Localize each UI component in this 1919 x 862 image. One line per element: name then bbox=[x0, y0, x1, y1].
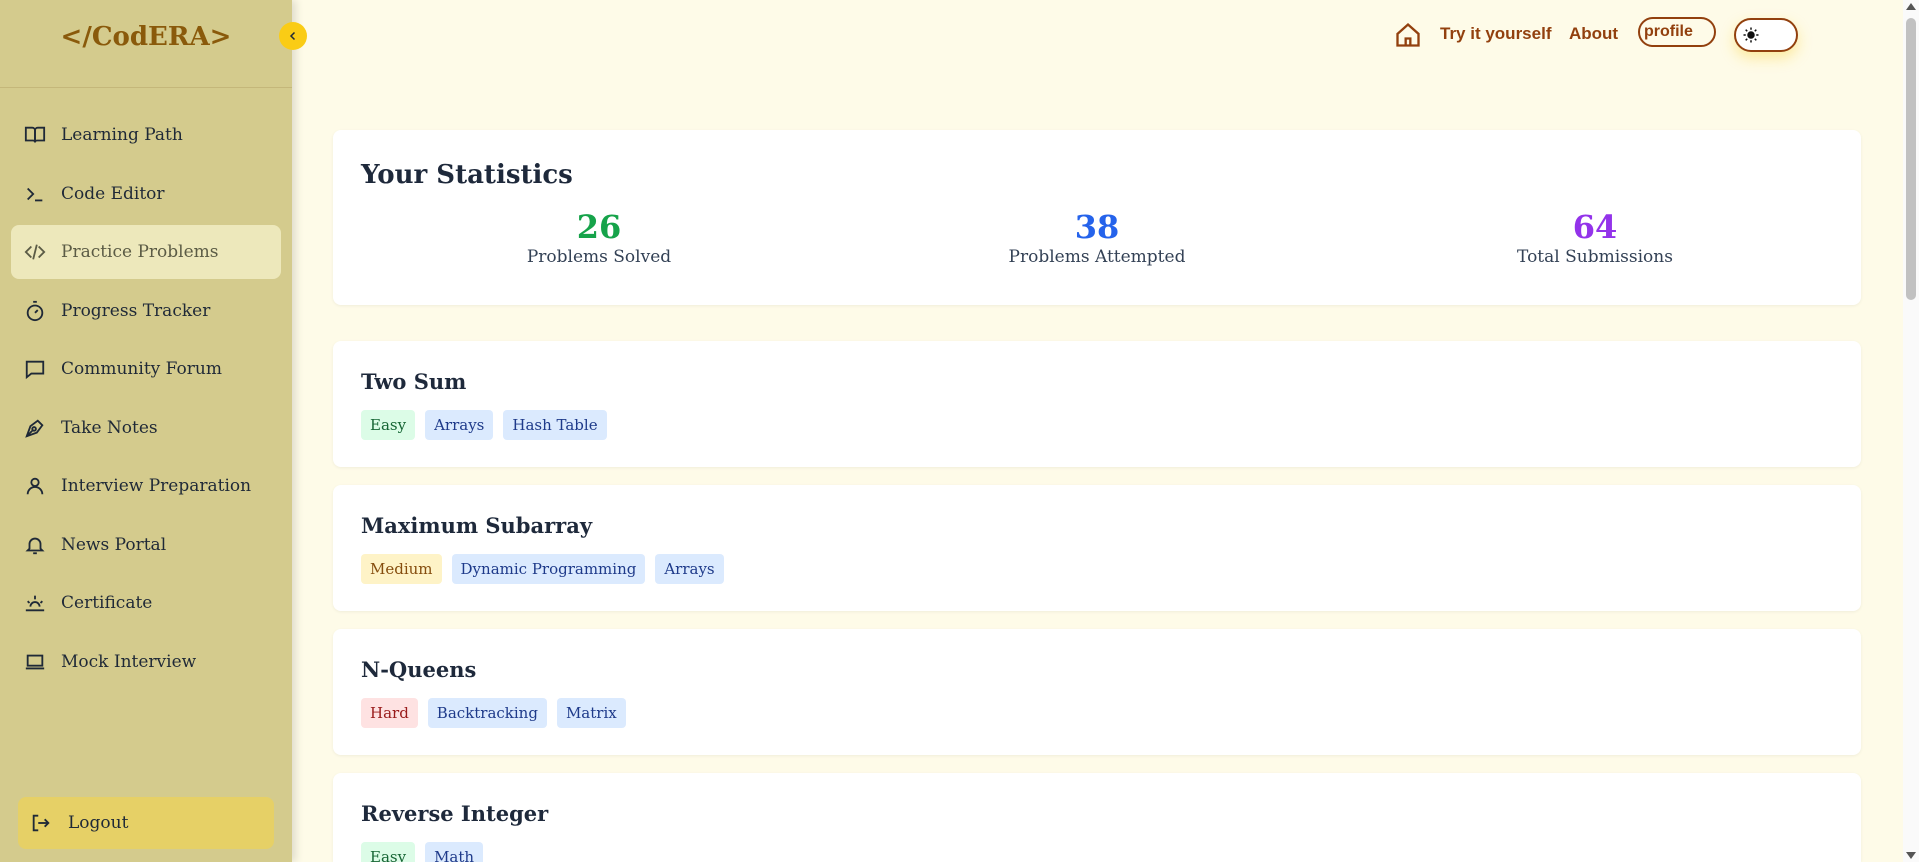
theme-toggle[interactable] bbox=[1734, 18, 1798, 52]
home-button[interactable] bbox=[1394, 21, 1422, 49]
logout-icon bbox=[30, 812, 52, 834]
stat-problems-attempted: 38 Problems Attempted bbox=[947, 208, 1247, 268]
sidebar-item-community-forum[interactable]: Community Forum bbox=[11, 342, 281, 396]
problem-card[interactable]: Reverse Integer Easy Math bbox=[333, 773, 1861, 862]
topic-tag: Matrix bbox=[556, 698, 626, 728]
chat-icon bbox=[24, 358, 46, 380]
problem-card[interactable]: Maximum Subarray Medium Dynamic Programm… bbox=[333, 485, 1861, 611]
bell-icon bbox=[24, 534, 46, 556]
user-icon bbox=[24, 475, 46, 497]
sidebar-item-progress-tracker[interactable]: Progress Tracker bbox=[11, 284, 281, 338]
topic-tag: Backtracking bbox=[427, 698, 547, 728]
difficulty-badge: Easy bbox=[361, 410, 416, 440]
code-icon bbox=[24, 241, 46, 263]
home-icon bbox=[1394, 22, 1422, 53]
sidebar-nav: Learning Path Code Editor Practice Probl… bbox=[11, 108, 281, 693]
sidebar-item-label: Interview Preparation bbox=[61, 476, 252, 496]
difficulty-badge: Medium bbox=[361, 554, 442, 584]
sidebar-item-practice-problems[interactable]: Practice Problems bbox=[11, 225, 281, 279]
sidebar-item-label: Learning Path bbox=[61, 125, 183, 145]
problem-tags: Easy Arrays Hash Table bbox=[361, 410, 607, 440]
chevron-left-icon bbox=[287, 27, 299, 46]
book-icon bbox=[24, 124, 46, 146]
timer-icon bbox=[24, 300, 46, 322]
sidebar-item-label: Practice Problems bbox=[61, 242, 219, 262]
sunrise-icon bbox=[24, 592, 46, 614]
about-link[interactable]: About bbox=[1569, 24, 1618, 44]
stat-label: Problems Solved bbox=[526, 247, 672, 268]
problem-title[interactable]: Two Sum bbox=[361, 369, 466, 394]
sidebar-divider bbox=[0, 87, 292, 88]
app-logo[interactable]: </CodERA> bbox=[0, 22, 292, 52]
sidebar-item-certificate[interactable]: Certificate bbox=[11, 576, 281, 630]
sidebar-item-take-notes[interactable]: Take Notes bbox=[11, 401, 281, 455]
collapse-sidebar-button[interactable] bbox=[279, 22, 307, 50]
topic-tag: Hash Table bbox=[503, 410, 607, 440]
sidebar-item-label: Certificate bbox=[61, 593, 153, 613]
topic-tag: Arrays bbox=[655, 554, 724, 584]
problem-title[interactable]: Reverse Integer bbox=[361, 801, 548, 826]
sidebar-item-code-editor[interactable]: Code Editor bbox=[11, 167, 281, 221]
stat-value: 64 bbox=[1572, 208, 1618, 246]
sidebar-item-mock-interview[interactable]: Mock Interview bbox=[11, 635, 281, 689]
pen-icon bbox=[24, 417, 46, 439]
topic-tag: Dynamic Programming bbox=[451, 554, 646, 584]
stat-label: Problems Attempted bbox=[1008, 247, 1186, 268]
stat-problems-solved: 26 Problems Solved bbox=[449, 208, 749, 268]
stat-total-submissions: 64 Total Submissions bbox=[1445, 208, 1745, 268]
laptop-icon bbox=[24, 651, 46, 673]
sidebar-item-label: Take Notes bbox=[61, 417, 158, 438]
topic-tag: Math bbox=[425, 842, 484, 862]
difficulty-badge: Hard bbox=[361, 698, 418, 728]
problem-tags: Easy Math bbox=[361, 842, 484, 862]
sidebar-item-news-portal[interactable]: News Portal bbox=[11, 518, 281, 572]
problem-card[interactable]: N-Queens Hard Backtracking Matrix bbox=[333, 629, 1861, 755]
scroll-up-arrow-icon[interactable] bbox=[1906, 3, 1916, 10]
sidebar-item-label: Mock Interview bbox=[61, 651, 197, 672]
terminal-icon bbox=[24, 183, 46, 205]
problem-card[interactable]: Two Sum Easy Arrays Hash Table bbox=[333, 341, 1861, 467]
sidebar-item-learning-path[interactable]: Learning Path bbox=[11, 108, 281, 162]
problem-tags: Hard Backtracking Matrix bbox=[361, 698, 626, 728]
sidebar-item-label: Community Forum bbox=[61, 359, 222, 379]
problem-title[interactable]: Maximum Subarray bbox=[361, 513, 592, 538]
topic-tag: Arrays bbox=[425, 410, 494, 440]
stat-value: 38 bbox=[1074, 208, 1120, 246]
sun-icon bbox=[1742, 26, 1760, 44]
sidebar-item-label: News Portal bbox=[61, 534, 167, 555]
profile-avatar[interactable]: profile bbox=[1638, 17, 1716, 47]
scroll-down-arrow-icon[interactable] bbox=[1906, 852, 1916, 859]
difficulty-badge: Easy bbox=[361, 842, 416, 862]
sidebar-item-label: Code Editor bbox=[61, 183, 165, 204]
statistics-card: Your Statistics 26 Problems Solved 38 Pr… bbox=[333, 130, 1861, 305]
logout-button[interactable]: Logout bbox=[18, 797, 274, 849]
stat-label: Total Submissions bbox=[1517, 247, 1673, 268]
logout-label: Logout bbox=[68, 813, 129, 833]
problem-title[interactable]: N-Queens bbox=[361, 657, 476, 682]
sidebar-item-interview-preparation[interactable]: Interview Preparation bbox=[11, 459, 281, 513]
problem-tags: Medium Dynamic Programming Arrays bbox=[361, 554, 724, 584]
page-scrollbar[interactable] bbox=[1903, 0, 1919, 862]
stat-value: 26 bbox=[576, 208, 622, 246]
sidebar: </CodERA> Learning Path Code Editor Prac… bbox=[0, 0, 292, 862]
try-it-yourself-link[interactable]: Try it yourself bbox=[1440, 24, 1551, 44]
scrollbar-thumb[interactable] bbox=[1906, 18, 1916, 300]
profile-broken-image-alt: profile bbox=[1644, 23, 1693, 40]
sidebar-item-label: Progress Tracker bbox=[61, 300, 211, 321]
statistics-title: Your Statistics bbox=[361, 160, 573, 190]
